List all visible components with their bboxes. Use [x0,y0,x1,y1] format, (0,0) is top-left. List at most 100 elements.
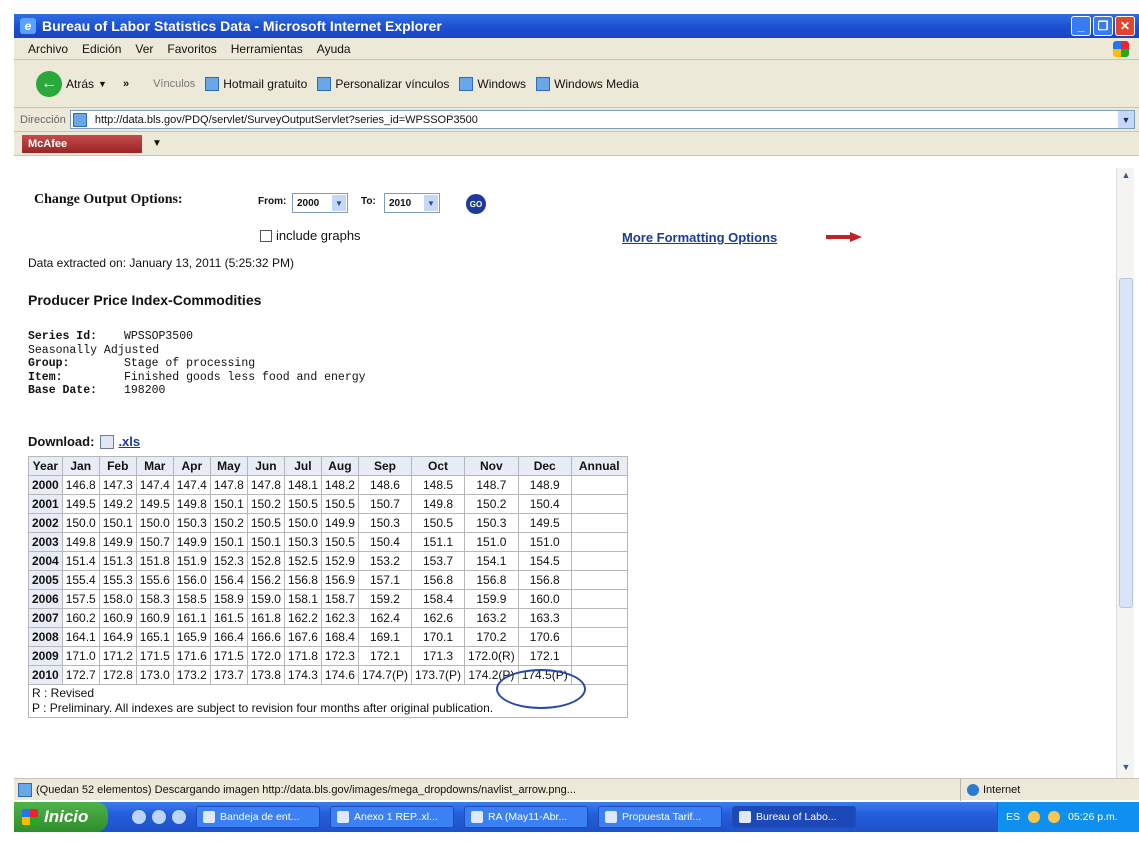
task-bandeja[interactable]: Bandeja de ent... [196,806,320,828]
task-icon [739,811,751,823]
page-icon [459,76,474,91]
task-anexo[interactable]: Anexo 1 REP..xl... [330,806,454,828]
value-cell: 158.7 [320,589,359,609]
value-cell: 158.5 [172,589,211,609]
page-icon [536,76,551,91]
minimize-button[interactable]: _ [1071,16,1091,36]
change-output-label: Change Output Options: [34,192,183,207]
value-cell: 151.0 [517,532,572,552]
value-cell: 156.8 [517,570,572,590]
value-cell: 150.1 [246,532,285,552]
value-cell: 150.3 [283,532,322,552]
value-cell: 153.7 [410,551,466,571]
value-cell: 147.3 [98,475,137,495]
menu-herramientas[interactable]: Herramientas [231,42,303,56]
tray-icon[interactable] [1048,811,1061,823]
task-ra[interactable]: RA (May11-Abr... [464,806,588,828]
base-date-row: Base Date: 198200 [28,384,166,397]
year-cell: 2008 [28,627,63,647]
group-row: Group: Stage of processing [28,357,256,370]
year-cell: 2006 [28,589,63,609]
scroll-thumb[interactable] [1119,278,1133,608]
scroll-up-icon[interactable]: ▲ [1119,170,1133,184]
table-row: 2007 160.2 160.9 160.9 161.1 161.5 161.8 162.2 1… [28,608,628,628]
quick-launch-icon[interactable] [172,810,186,824]
address-dropdown-icon[interactable]: ▼ [1118,111,1134,128]
value-cell: 149.9 [172,532,211,552]
value-cell: 173.0 [135,665,174,685]
quick-launch [132,810,186,824]
year-cell: 2003 [28,532,63,552]
go-button[interactable]: GO [466,194,486,214]
link-hotmail[interactable]: Hotmail gratuito [205,76,307,91]
back-dropdown-icon[interactable]: ▼ [98,79,107,89]
include-graphs-checkbox[interactable]: include graphs [260,228,361,243]
task-icon [471,811,483,823]
value-cell: 162.3 [320,608,359,628]
red-arrow-icon [826,232,862,242]
from-select[interactable]: 2000 ▼ [292,193,348,213]
value-cell: 171.0 [61,646,100,666]
value-cell: 171.8 [283,646,322,666]
value-cell: 173.8 [246,665,285,685]
mcafee-button[interactable]: McAfee [22,134,142,153]
value-cell: 162.4 [357,608,412,628]
value-cell: 150.4 [357,532,412,552]
value-cell: 173.7 [209,665,248,685]
xls-download-link[interactable]: .xls [118,434,140,449]
value-cell: 162.6 [410,608,466,628]
link-windows-media[interactable]: Windows Media [536,76,639,91]
column-header: Aug [320,456,359,476]
menu-ver[interactable]: Ver [135,42,153,56]
value-cell: 171.5 [209,646,248,666]
value-cell: 160.2 [61,608,100,628]
to-select[interactable]: 2010 ▼ [384,193,440,213]
link-personalizar[interactable]: Personalizar vínculos [317,76,449,91]
value-cell: 147.4 [135,475,174,495]
mcafee-dropdown-icon[interactable]: ▼ [152,138,162,149]
table-row: 2004 151.4 151.3 151.8 151.9 152.3 152.8 152.5 1… [28,551,628,571]
menu-ayuda[interactable]: Ayuda [317,42,351,56]
value-cell: 151.3 [98,551,137,571]
maximize-button[interactable]: ❐ [1093,16,1113,36]
value-cell: 156.9 [320,570,359,590]
checkbox-box[interactable] [260,229,272,242]
address-input[interactable]: http://data.bls.gov/PDQ/servlet/SurveyOu… [69,110,1135,129]
quick-launch-icon[interactable] [132,810,146,824]
column-header: May [209,456,248,476]
column-header: Mar [135,456,174,476]
value-cell: 147.8 [246,475,285,495]
page-icon [18,782,32,797]
back-button[interactable]: ← Atrás ▼ [36,70,107,97]
vertical-scrollbar[interactable]: ▲ ▼ [1116,168,1134,778]
value-cell: 174.3 [283,665,322,685]
menu-favoritos[interactable]: Favoritos [167,42,216,56]
close-button[interactable]: ✕ [1115,16,1135,36]
value-cell: 173.2 [172,665,211,685]
task-propuesta[interactable]: Propuesta Tarif... [598,806,722,828]
toolbar-overflow-icon[interactable]: » [123,78,129,90]
window-title-bar[interactable]: e Bureau of Labor Statistics Data - Micr… [14,14,1139,38]
year-cell: 2004 [28,551,63,571]
value-cell: 156.2 [246,570,285,590]
start-button[interactable]: Inicio [14,802,108,832]
value-cell: 150.3 [172,513,211,533]
tray-icon[interactable] [1028,811,1041,823]
link-windows[interactable]: Windows [459,76,526,91]
column-header: Apr [172,456,211,476]
more-formatting-link[interactable]: More Formatting Options [622,230,777,245]
value-cell: 149.8 [410,494,466,514]
value-cell: 171.3 [410,646,466,666]
handwritten-circle-mark [496,669,586,709]
menu-edicion[interactable]: Edición [82,42,121,56]
address-url: http://data.bls.gov/PDQ/servlet/SurveyOu… [94,113,478,126]
value-cell: 158.1 [283,589,322,609]
value-cell: 171.2 [98,646,137,666]
language-indicator[interactable]: ES [1006,811,1020,823]
excel-icon[interactable] [100,434,115,449]
menu-archivo[interactable]: Archivo [28,42,68,56]
quick-launch-icon[interactable] [152,810,166,824]
task-bureau[interactable]: Bureau of Labo... [732,806,856,828]
scroll-down-icon[interactable]: ▼ [1119,762,1133,776]
value-cell: 160.9 [98,608,137,628]
